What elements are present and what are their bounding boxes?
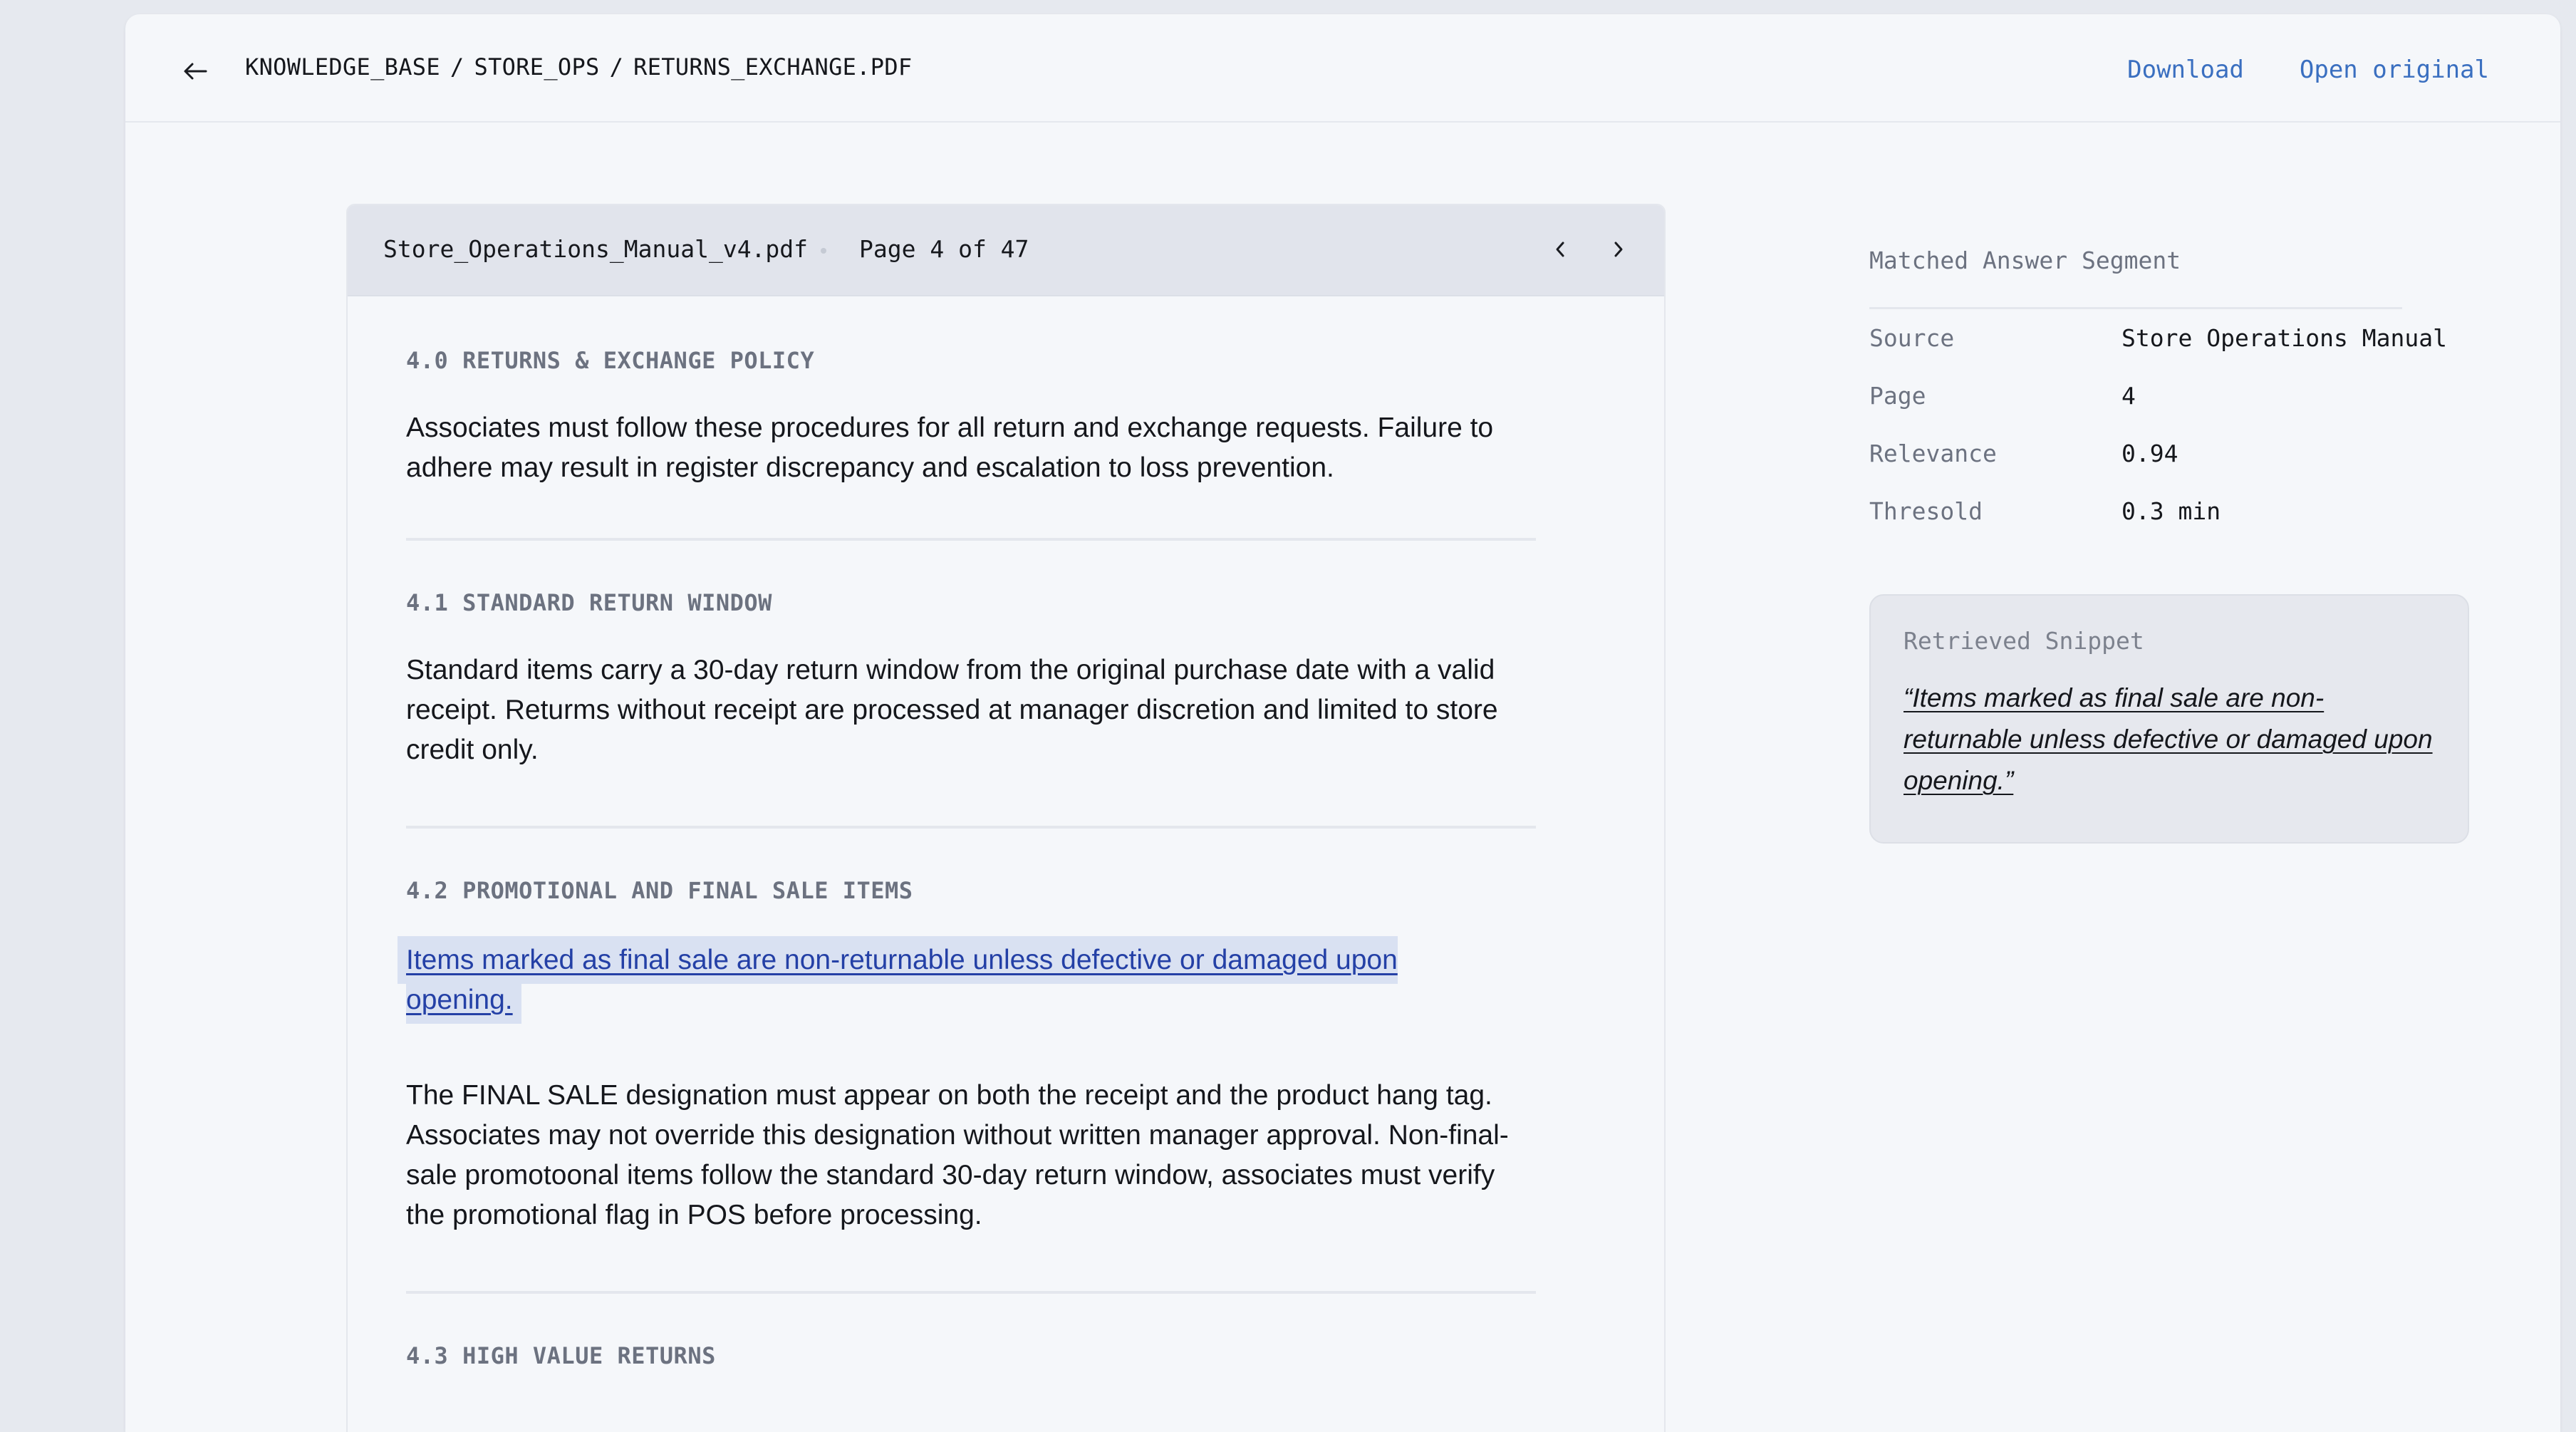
section-divider (406, 538, 1536, 541)
arrow-left-icon (184, 63, 207, 80)
document-filename: Store_Operations_Manual_v4.pdf (383, 235, 809, 263)
meta-row-page: Page 4 (1869, 367, 2482, 425)
back-button[interactable] (175, 51, 215, 91)
meta-row-source: Source Store Operations Manual (1869, 309, 2482, 367)
document-page-content: 4.0 RETURNS & EXCHANGE POLICY Associates… (348, 296, 1536, 1370)
section-heading-4-3: 4.3 HIGH VALUE RETURNS (406, 1342, 716, 1369)
meta-label: Relevance (1869, 440, 1997, 467)
separator-dot (821, 248, 826, 254)
section-divider (406, 826, 1536, 829)
meta-value: 4 (2121, 382, 2136, 410)
retrieved-snippet-card: Retrieved Snippet “Items marked as final… (1869, 594, 2469, 844)
meta-value: Store Operations Manual (2121, 324, 2447, 352)
breadcrumb-item-store-ops[interactable]: STORE_OPS (474, 53, 600, 81)
top-bar: KNOWLEDGE_BASE / STORE_OPS / RETURNS_EXCHANG… (125, 14, 2560, 123)
previous-page-button[interactable] (1543, 229, 1577, 269)
section-paragraph-4-1: Standard items carry a 30-day return win… (406, 655, 1498, 765)
breadcrumb-separator: / (609, 53, 624, 81)
breadcrumb-separator: / (450, 53, 464, 81)
breadcrumb-item-knowledge-base[interactable]: KNOWLEDGE_BASE (245, 53, 440, 81)
page-indicator: Page 4 of 47 (859, 235, 1029, 263)
snippet-text[interactable]: “Items marked as final sale are non-retu… (1904, 678, 2435, 801)
next-page-button[interactable] (1601, 229, 1636, 269)
open-original-link[interactable]: Open original (2300, 56, 2489, 84)
section-paragraph-4-2: The FINAL SALE designation must appear o… (406, 1080, 1509, 1230)
matched-highlight-paragraph: Items marked as final sale are non-retur… (406, 940, 1482, 1020)
meta-label: Source (1869, 324, 1955, 352)
section-divider (406, 1291, 1536, 1294)
meta-value: 0.3 min (2121, 497, 2221, 525)
meta-row-relevance: Relevance 0.94 (1869, 425, 2482, 482)
top-actions: Download Open original (2127, 56, 2489, 84)
download-link[interactable]: Download (2127, 56, 2244, 84)
meta-label: Thresold (1869, 497, 1983, 525)
breadcrumb: KNOWLEDGE_BASE / STORE_OPS / RETURNS_EXCHANG… (245, 53, 912, 81)
pdf-viewer-header: Store_Operations_Manual_v4.pdf Page 4 of… (348, 205, 1664, 296)
matched-highlight[interactable]: Items marked as final sale are non-retur… (406, 945, 1398, 1015)
section-paragraph-4-0: Associates must follow these procedures … (406, 413, 1494, 483)
meta-value: 0.94 (2121, 440, 2178, 467)
matched-answer-panel: Matched Answer Segment Source Store Oper… (1869, 247, 2482, 844)
section-heading-4-0: 4.0 RETURNS & EXCHANGE POLICY (406, 347, 815, 374)
snippet-label: Retrieved Snippet (1904, 627, 2144, 655)
panel-title: Matched Answer Segment (1869, 247, 2181, 274)
chevron-right-icon (1614, 242, 1623, 257)
section-heading-4-1: 4.1 STANDARD RETURN WINDOW (406, 589, 772, 616)
section-heading-4-2: 4.2 PROMOTIONAL AND FINAL SALE ITEMS (406, 877, 913, 904)
page-navigation (1543, 229, 1636, 269)
document-viewer-window: KNOWLEDGE_BASE / STORE_OPS / RETURNS_EXCHANG… (125, 14, 2560, 1432)
meta-label: Page (1869, 382, 1926, 410)
breadcrumb-item-current-file: RETURNS_EXCHANGE.PDF (633, 53, 913, 81)
pdf-viewer: Store_Operations_Manual_v4.pdf Page 4 of… (346, 204, 1666, 1432)
chevron-left-icon (1556, 242, 1564, 257)
meta-row-threshold: Thresold 0.3 min (1869, 482, 2482, 540)
